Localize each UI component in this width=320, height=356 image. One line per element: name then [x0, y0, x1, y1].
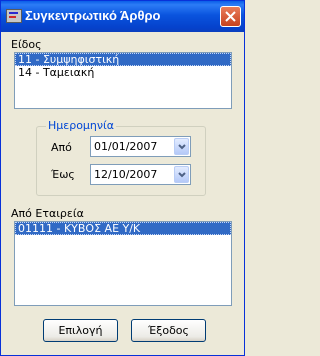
select-button[interactable]: Επιλογή — [43, 319, 118, 342]
from-date-value: 01/01/2007 — [94, 140, 158, 153]
to-date-dropdown-button[interactable] — [174, 166, 189, 183]
title-bar[interactable]: Συγκεντρωτικό Άρθρο — [1, 1, 244, 32]
date-group-legend: Ημερομηνία — [46, 119, 117, 132]
company-listbox[interactable]: 01111 - ΚΥΒΟΣ ΑΕ Υ/Κ — [14, 221, 232, 306]
list-item-type-14[interactable]: 14 - Ταμειακή — [15, 66, 231, 79]
from-date-picker[interactable]: 01/01/2007 — [90, 136, 191, 157]
exit-button[interactable]: Έξοδος — [131, 319, 206, 342]
list-item-company[interactable]: 01111 - ΚΥΒΟΣ ΑΕ Υ/Κ — [15, 222, 231, 235]
from-date-label: Από — [51, 141, 72, 154]
company-label: Από Εταιρεία — [11, 207, 84, 220]
to-date-picker[interactable]: 12/10/2007 — [90, 164, 191, 185]
list-item-type-11[interactable]: 11 - Συμψηφιστική — [15, 53, 231, 66]
window-title: Συγκεντρωτικό Άρθρο — [25, 8, 161, 23]
to-date-label: Έως — [51, 168, 75, 181]
summary-entry-dialog: Συγκεντρωτικό Άρθρο Είδος 11 - Συμψηφιστ… — [0, 0, 245, 356]
app-window-icon — [6, 9, 22, 23]
from-date-dropdown-button[interactable] — [174, 138, 189, 155]
type-listbox[interactable]: 11 - Συμψηφιστική 14 - Ταμειακή — [14, 52, 232, 109]
close-button[interactable] — [220, 6, 241, 27]
type-label: Είδος — [11, 38, 42, 51]
to-date-value: 12/10/2007 — [94, 168, 158, 181]
